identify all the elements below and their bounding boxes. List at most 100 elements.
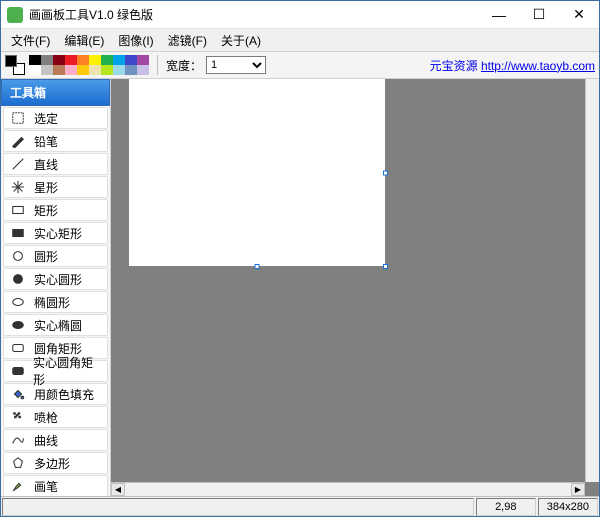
tool-label: 曲线 xyxy=(34,432,58,449)
tool-label: 实心椭圆 xyxy=(34,317,82,334)
tool-roundrect-filled[interactable]: 实心圆角矩形 xyxy=(3,360,108,382)
tool-circle[interactable]: 圆形 xyxy=(3,245,108,267)
color-swatch[interactable] xyxy=(41,55,53,65)
color-swatch[interactable] xyxy=(53,65,65,75)
window-title: 画画板工具V1.0 绿色版 xyxy=(29,6,479,23)
credit-link[interactable]: http://www.taoyb.com xyxy=(481,59,595,73)
pencil-icon xyxy=(10,133,26,149)
color-palette xyxy=(29,55,149,75)
resize-handle-right[interactable] xyxy=(383,170,388,175)
ellipse-icon xyxy=(10,294,26,310)
color-swatch[interactable] xyxy=(89,55,101,65)
tool-label: 实心矩形 xyxy=(34,225,82,242)
line-icon xyxy=(10,156,26,172)
tool-brush[interactable]: 画笔 xyxy=(3,475,108,496)
color-swatch[interactable] xyxy=(41,65,53,75)
rect-icon xyxy=(10,202,26,218)
color-swatch[interactable] xyxy=(53,55,65,65)
app-window: 画画板工具V1.0 绿色版 — ☐ ✕ 文件(F)编辑(E)图像(I)滤镜(F)… xyxy=(0,0,600,517)
resize-handle-corner[interactable] xyxy=(383,264,388,269)
tool-star[interactable]: 星形 xyxy=(3,176,108,198)
tool-label: 椭圆形 xyxy=(34,294,70,311)
color-swatch[interactable] xyxy=(77,65,89,75)
tool-label: 铅笔 xyxy=(34,133,58,150)
minimize-button[interactable]: — xyxy=(479,1,519,29)
color-swatch[interactable] xyxy=(113,65,125,75)
tool-label: 圆形 xyxy=(34,248,58,265)
credit-label: 元宝资源 xyxy=(430,59,478,73)
roundrect-icon xyxy=(10,340,26,356)
status-main xyxy=(2,498,474,516)
star-icon xyxy=(10,179,26,195)
tool-pencil[interactable]: 铅笔 xyxy=(3,130,108,152)
toolbox-list: 选定铅笔直线星形矩形实心矩形圆形实心圆形椭圆形实心椭圆圆角矩形实心圆角矩形用颜色… xyxy=(1,106,110,496)
color-swatch[interactable] xyxy=(101,55,113,65)
app-icon xyxy=(7,7,23,23)
scroll-left-icon[interactable]: ◀ xyxy=(111,483,125,496)
tool-curve[interactable]: 曲线 xyxy=(3,429,108,451)
width-select[interactable]: 1 xyxy=(206,56,266,74)
spray-icon xyxy=(10,409,26,425)
color-swatch[interactable] xyxy=(65,65,77,75)
color-swatch[interactable] xyxy=(89,65,101,75)
toolbox-sidebar: 工具箱 选定铅笔直线星形矩形实心矩形圆形实心圆形椭圆形实心椭圆圆角矩形实心圆角矩… xyxy=(1,79,111,496)
color-swatch[interactable] xyxy=(29,65,41,75)
canvas[interactable] xyxy=(129,79,385,266)
color-swatch[interactable] xyxy=(77,55,89,65)
color-swatch[interactable] xyxy=(113,55,125,65)
color-swatch[interactable] xyxy=(125,65,137,75)
tool-ellipse-filled[interactable]: 实心椭圆 xyxy=(3,314,108,336)
fg-color-swatch[interactable] xyxy=(5,55,17,67)
color-swatch[interactable] xyxy=(125,55,137,65)
status-size: 384x280 xyxy=(538,498,598,516)
tool-ellipse[interactable]: 椭圆形 xyxy=(3,291,108,313)
status-pos: 2,98 xyxy=(476,498,536,516)
color-swatch[interactable] xyxy=(137,65,149,75)
menu-item[interactable]: 滤镜(F) xyxy=(162,30,213,51)
menu-item[interactable]: 编辑(E) xyxy=(58,30,110,51)
brush-icon xyxy=(10,478,26,494)
titlebar: 画画板工具V1.0 绿色版 — ☐ ✕ xyxy=(1,1,599,29)
color-swatch[interactable] xyxy=(29,55,41,65)
close-button[interactable]: ✕ xyxy=(559,1,599,29)
tool-spray[interactable]: 喷枪 xyxy=(3,406,108,428)
width-label: 宽度： xyxy=(166,57,202,74)
tool-label: 矩形 xyxy=(34,202,58,219)
tool-rect-filled[interactable]: 实心矩形 xyxy=(3,222,108,244)
scrollbar-vertical[interactable] xyxy=(585,79,599,482)
toolbar: 宽度： 1 元宝资源 http://www.taoyb.com xyxy=(1,51,599,79)
tool-polygon[interactable]: 多边形 xyxy=(3,452,108,474)
tool-fill[interactable]: 用颜色填充 xyxy=(3,383,108,405)
scroll-right-icon[interactable]: ▶ xyxy=(571,483,585,496)
tool-label: 实心圆形 xyxy=(34,271,82,288)
tool-label: 直线 xyxy=(34,156,58,173)
color-swatch[interactable] xyxy=(65,55,77,65)
curve-icon xyxy=(10,432,26,448)
toolbar-separator xyxy=(157,55,158,75)
canvas-area: ◀ ▶ xyxy=(111,79,599,496)
tool-label: 星形 xyxy=(34,179,58,196)
menubar: 文件(F)编辑(E)图像(I)滤镜(F)关于(A) xyxy=(1,29,599,51)
color-swatch[interactable] xyxy=(137,55,149,65)
tool-label: 实心圆角矩形 xyxy=(33,354,101,388)
resize-handle-bottom[interactable] xyxy=(255,264,260,269)
tool-select[interactable]: 选定 xyxy=(3,107,108,129)
ellipse-filled-icon xyxy=(10,317,26,333)
scrollbar-horizontal[interactable]: ◀ ▶ xyxy=(111,482,585,496)
tool-label: 用颜色填充 xyxy=(34,386,94,403)
menu-item[interactable]: 文件(F) xyxy=(5,30,56,51)
menu-item[interactable]: 关于(A) xyxy=(215,30,267,51)
fg-bg-swatch[interactable] xyxy=(5,55,25,75)
circle-icon xyxy=(10,248,26,264)
color-swatch[interactable] xyxy=(101,65,113,75)
select-icon xyxy=(10,110,26,126)
maximize-button[interactable]: ☐ xyxy=(519,1,559,29)
roundrect-filled-icon xyxy=(10,363,25,379)
tool-rect[interactable]: 矩形 xyxy=(3,199,108,221)
toolbox-title: 工具箱 xyxy=(1,79,110,106)
menu-item[interactable]: 图像(I) xyxy=(112,30,159,51)
tool-circle-filled[interactable]: 实心圆形 xyxy=(3,268,108,290)
tool-line[interactable]: 直线 xyxy=(3,153,108,175)
statusbar: 2,98 384x280 xyxy=(1,496,599,516)
tool-label: 喷枪 xyxy=(34,409,58,426)
